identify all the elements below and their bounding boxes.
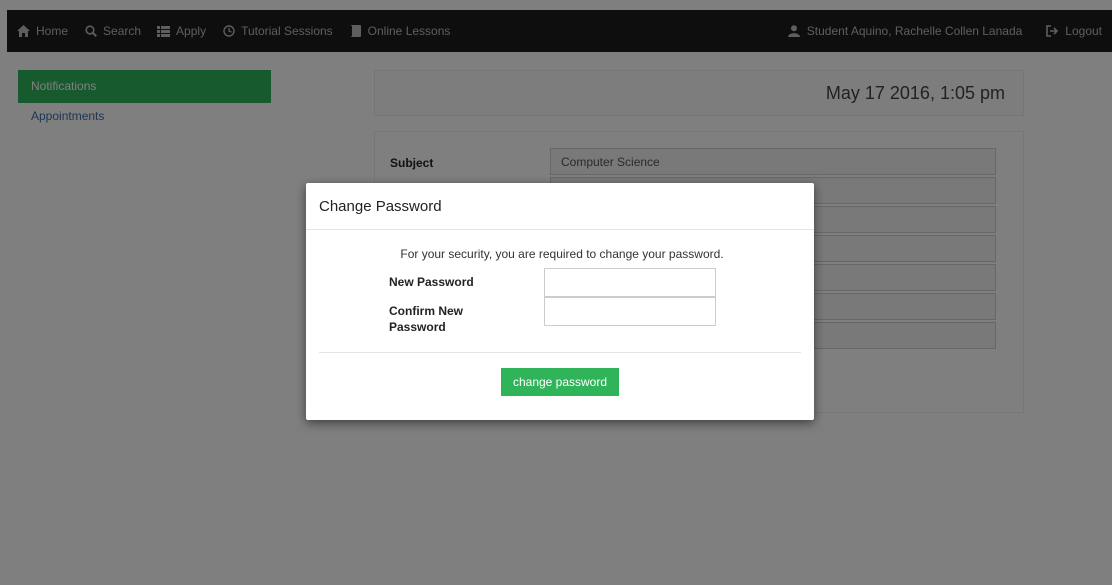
new-password-input[interactable]: [544, 268, 716, 297]
new-password-label: New Password: [389, 275, 474, 289]
change-password-button[interactable]: change password: [501, 368, 619, 396]
modal-divider: [319, 352, 801, 353]
confirm-password-input[interactable]: [544, 297, 716, 326]
modal-header: Change Password: [306, 183, 814, 230]
confirm-password-label: Confirm New Password: [389, 304, 464, 334]
change-password-dialog: Change Password For your security, you a…: [306, 183, 814, 420]
modal-title: Change Password: [319, 197, 442, 215]
security-message: For your security, you are required to c…: [400, 247, 724, 261]
